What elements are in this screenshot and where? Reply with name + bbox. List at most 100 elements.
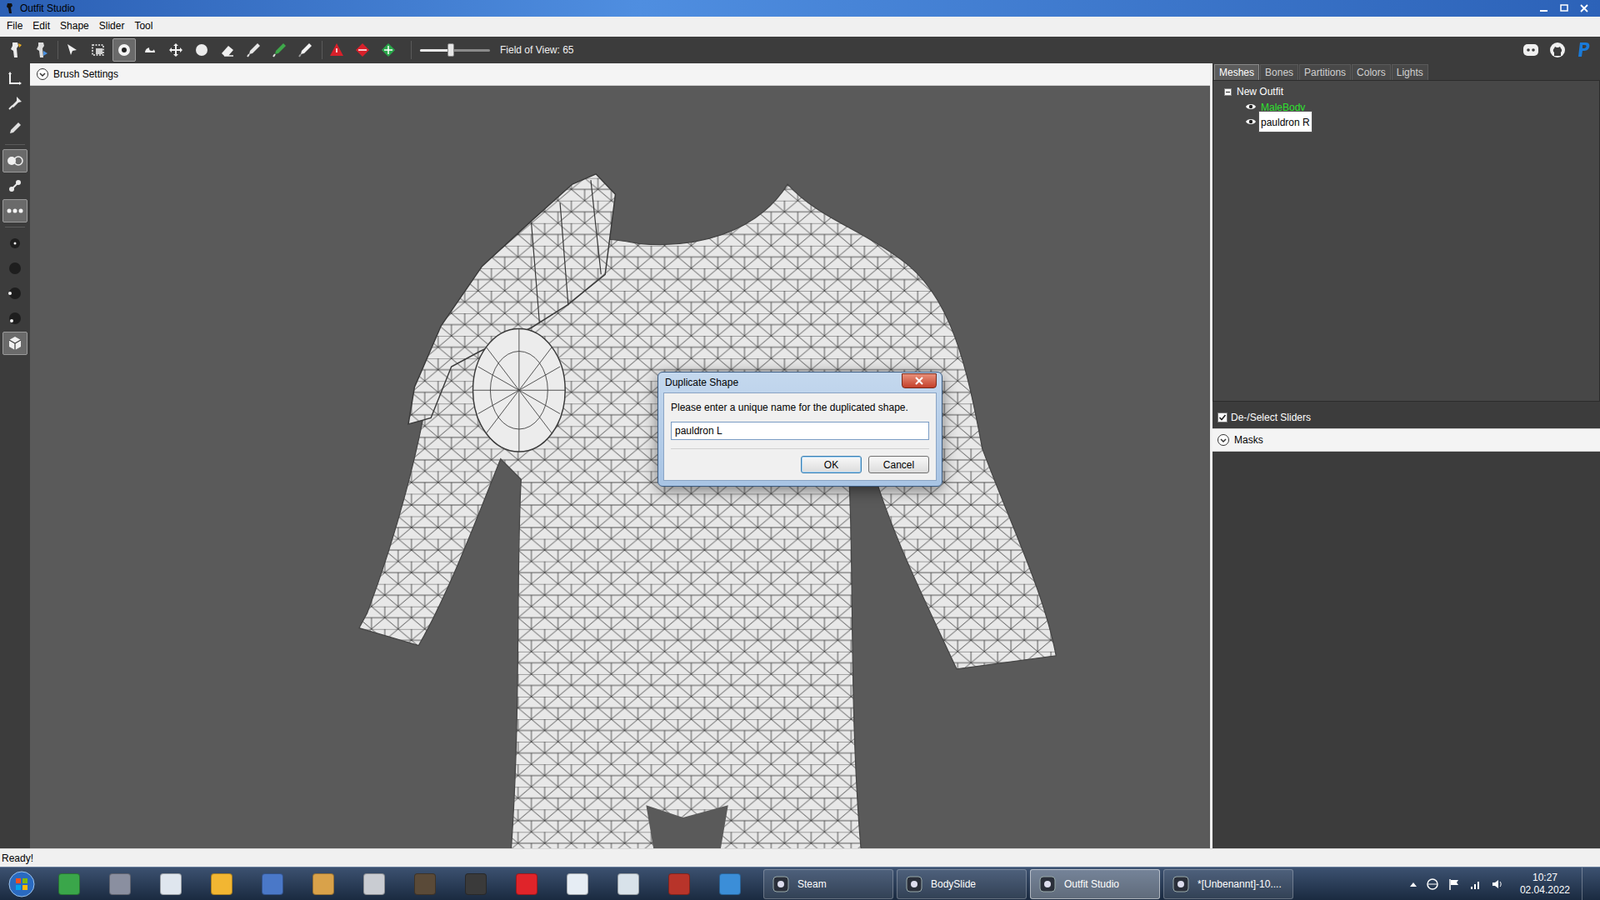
side-separator bbox=[5, 226, 25, 228]
tool-button[interactable] bbox=[138, 38, 162, 62]
panel-tab[interactable]: Bones bbox=[1260, 64, 1299, 80]
side-tool-button[interactable] bbox=[2, 66, 28, 90]
app-icon bbox=[617, 873, 640, 895]
tool-button[interactable] bbox=[3, 38, 27, 62]
tool-button[interactable] bbox=[293, 38, 317, 62]
masks-section[interactable]: Masks bbox=[1212, 428, 1600, 452]
tool-button[interactable] bbox=[190, 38, 214, 62]
side-tool-button[interactable] bbox=[2, 116, 28, 140]
task-label: BodySlide bbox=[930, 876, 976, 892]
task-button[interactable]: BodySlide bbox=[896, 869, 1027, 900]
smooth-icon bbox=[192, 40, 211, 60]
side-tool-button[interactable] bbox=[2, 306, 28, 330]
tree-root[interactable]: New Outfit bbox=[1223, 84, 1600, 100]
show-hidden-icon[interactable] bbox=[1408, 878, 1419, 890]
sliders-area bbox=[1212, 451, 1600, 849]
pinned-app[interactable] bbox=[500, 867, 552, 900]
pivot-icon bbox=[5, 94, 25, 113]
signal-icon[interactable] bbox=[1468, 876, 1484, 892]
mesh-preview[interactable] bbox=[30, 85, 1210, 849]
mirror-icon bbox=[5, 151, 25, 170]
app-icon bbox=[904, 874, 925, 895]
tool-button[interactable] bbox=[112, 38, 136, 62]
pinned-app[interactable] bbox=[246, 867, 298, 900]
side-tool-button[interactable] bbox=[2, 149, 28, 173]
side-tool-button[interactable] bbox=[2, 331, 28, 355]
menu-item[interactable]: Tool bbox=[129, 18, 158, 34]
menu-item[interactable]: File bbox=[1, 18, 28, 34]
github-icon[interactable] bbox=[1546, 39, 1569, 61]
collapse-icon[interactable] bbox=[1223, 87, 1232, 96]
side-tool-button[interactable] bbox=[2, 231, 28, 255]
discord-icon[interactable] bbox=[1520, 39, 1542, 61]
menu-item[interactable]: Shape bbox=[55, 18, 95, 34]
pinned-app[interactable] bbox=[602, 867, 654, 900]
pinned-app[interactable] bbox=[348, 867, 400, 900]
side-tool-button[interactable] bbox=[2, 281, 28, 305]
weight-icon bbox=[244, 40, 263, 60]
pinned-app[interactable] bbox=[195, 867, 247, 900]
dialog-button[interactable]: OK bbox=[800, 455, 862, 474]
eye-icon[interactable] bbox=[1245, 116, 1257, 127]
pinned-app[interactable] bbox=[653, 867, 705, 900]
pinned-app[interactable] bbox=[94, 867, 145, 900]
expand-icon[interactable] bbox=[35, 66, 50, 82]
tool-button[interactable] bbox=[267, 38, 291, 62]
tool-button[interactable] bbox=[325, 38, 349, 62]
pinned-app[interactable] bbox=[399, 867, 450, 900]
close-icon[interactable] bbox=[1576, 1, 1592, 15]
close-icon bbox=[914, 376, 925, 385]
dialog-button-label: OK bbox=[824, 457, 839, 473]
flag-icon[interactable] bbox=[1446, 876, 1462, 892]
panel-tab[interactable]: Colors bbox=[1351, 64, 1391, 80]
tool-button[interactable] bbox=[241, 38, 265, 62]
tool-button[interactable] bbox=[86, 38, 110, 62]
dialog-buttons: OK Cancel bbox=[670, 455, 930, 474]
pinned-app[interactable] bbox=[145, 867, 196, 900]
fov-slider-thumb[interactable] bbox=[447, 43, 455, 57]
panel-tab[interactable]: Partitions bbox=[1299, 64, 1351, 80]
fov-slider[interactable] bbox=[420, 49, 490, 52]
side-tool-button[interactable] bbox=[2, 256, 28, 280]
tool-button[interactable] bbox=[215, 38, 240, 62]
viewport[interactable] bbox=[30, 85, 1210, 849]
side-tool-button[interactable] bbox=[2, 91, 28, 115]
tool-button[interactable] bbox=[376, 38, 400, 62]
pinned-app[interactable] bbox=[704, 867, 755, 900]
sliders-toggle[interactable]: De-/Select Sliders bbox=[1212, 406, 1600, 429]
side-tool-button[interactable] bbox=[2, 199, 28, 223]
show-desktop-button[interactable] bbox=[1581, 867, 1592, 900]
tool-button[interactable] bbox=[29, 38, 53, 62]
panel-tab[interactable]: Lights bbox=[1391, 64, 1429, 80]
steam-tray-icon[interactable] bbox=[1425, 876, 1440, 892]
pinned-app[interactable] bbox=[551, 867, 603, 900]
side-tool-button[interactable] bbox=[2, 174, 28, 198]
tool-button[interactable] bbox=[350, 38, 375, 62]
sliders-checkbox[interactable] bbox=[1217, 412, 1228, 423]
eye-icon[interactable] bbox=[1245, 101, 1257, 112]
pinned-app[interactable] bbox=[450, 867, 501, 900]
pinned-app[interactable] bbox=[297, 867, 349, 900]
panel-tab[interactable]: Meshes bbox=[1214, 64, 1260, 80]
maximize-icon[interactable] bbox=[1556, 1, 1572, 15]
task-button[interactable]: Steam bbox=[763, 869, 894, 900]
dialog-close-button[interactable] bbox=[901, 373, 937, 389]
volume-icon[interactable] bbox=[1490, 876, 1505, 892]
start-button-icon[interactable] bbox=[0, 867, 44, 900]
tool-button[interactable] bbox=[164, 38, 188, 62]
dialog-button[interactable]: Cancel bbox=[868, 455, 930, 474]
menu-item[interactable]: Slider bbox=[94, 18, 130, 34]
tool-button[interactable] bbox=[60, 38, 85, 62]
expand-icon[interactable] bbox=[1215, 432, 1231, 448]
task-button[interactable]: Outfit Studio bbox=[1030, 869, 1160, 900]
minimize-icon[interactable] bbox=[1536, 1, 1552, 15]
paypal-icon[interactable] bbox=[1573, 39, 1595, 61]
menu-item[interactable]: Edit bbox=[27, 18, 55, 34]
tree-item[interactable]: pauldron R bbox=[1223, 114, 1600, 130]
pinned-app[interactable] bbox=[43, 867, 95, 900]
clock[interactable]: 10:2702.04.2022 bbox=[1520, 871, 1570, 897]
brush-settings-bar[interactable]: Brush Settings bbox=[30, 63, 1210, 86]
shape-name-input[interactable] bbox=[670, 421, 930, 440]
deflate-icon bbox=[140, 40, 160, 60]
task-button[interactable]: *[Unbenannt]-10.... bbox=[1163, 869, 1294, 900]
